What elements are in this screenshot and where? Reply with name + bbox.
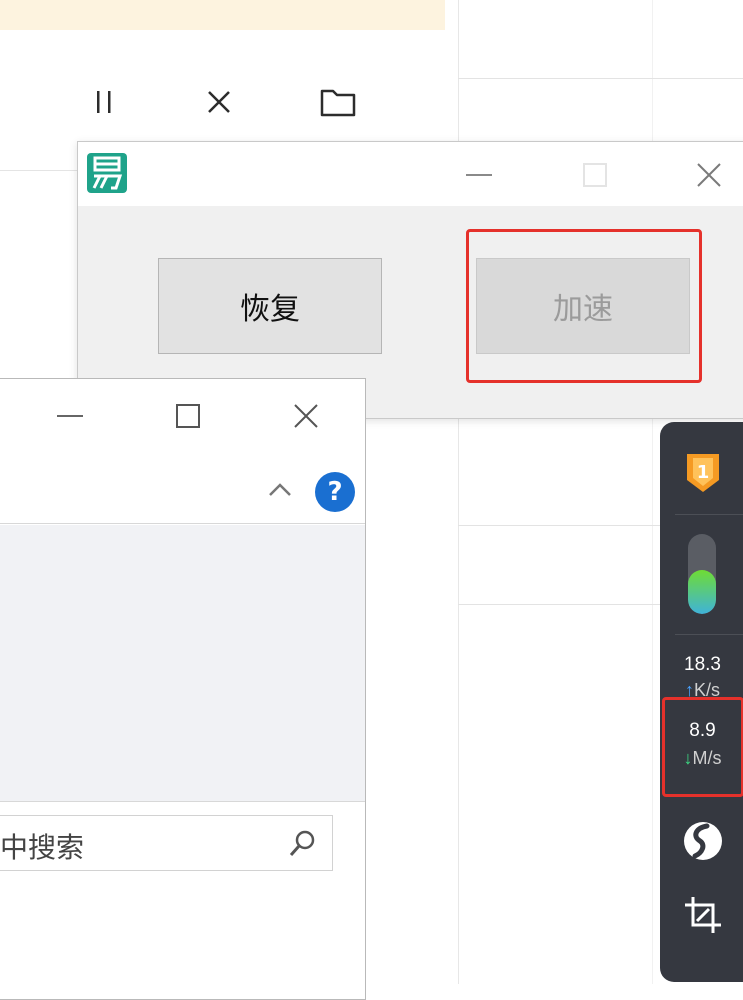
accelerator-logo-icon[interactable] bbox=[680, 818, 726, 864]
app-logo-icon bbox=[86, 152, 128, 194]
popup-titlebar bbox=[78, 142, 743, 206]
widget-divider bbox=[675, 634, 743, 635]
folder-icon[interactable] bbox=[318, 82, 358, 122]
explorer-ribbon bbox=[0, 457, 365, 524]
widget-divider bbox=[675, 514, 743, 515]
minimize-button[interactable] bbox=[456, 154, 506, 196]
screenshot-crop-icon[interactable] bbox=[680, 892, 726, 938]
explorer-content-pane bbox=[0, 525, 365, 802]
background-divider bbox=[0, 170, 80, 171]
upload-speed-value: 18.3 bbox=[684, 654, 721, 675]
explorer-titlebar bbox=[0, 379, 365, 457]
search-icon bbox=[288, 828, 318, 858]
background-divider bbox=[458, 78, 743, 79]
help-icon[interactable]: ? bbox=[315, 472, 355, 512]
close-icon[interactable] bbox=[199, 82, 239, 122]
maximize-button[interactable] bbox=[570, 154, 620, 196]
pause-icon[interactable] bbox=[84, 82, 124, 122]
close-button[interactable] bbox=[281, 395, 331, 437]
level-badge-icon: 1 bbox=[685, 452, 721, 494]
download-speed-highlight-box bbox=[662, 697, 743, 797]
badge-number: 1 bbox=[697, 462, 710, 483]
speedup-highlight-box bbox=[466, 229, 702, 383]
notice-banner bbox=[0, 0, 445, 30]
restore-button[interactable]: 恢复 bbox=[158, 258, 382, 354]
level-bar-fill bbox=[688, 570, 716, 614]
collapse-ribbon-icon[interactable] bbox=[265, 475, 295, 505]
minimize-button[interactable] bbox=[47, 395, 97, 437]
explorer-window: ? 中搜索 bbox=[0, 378, 366, 1000]
search-placeholder: 中搜索 bbox=[0, 831, 85, 864]
close-button[interactable] bbox=[684, 154, 734, 196]
search-input[interactable]: 中搜索 bbox=[0, 815, 333, 871]
maximize-button[interactable] bbox=[163, 395, 213, 437]
level-bar bbox=[688, 534, 716, 614]
